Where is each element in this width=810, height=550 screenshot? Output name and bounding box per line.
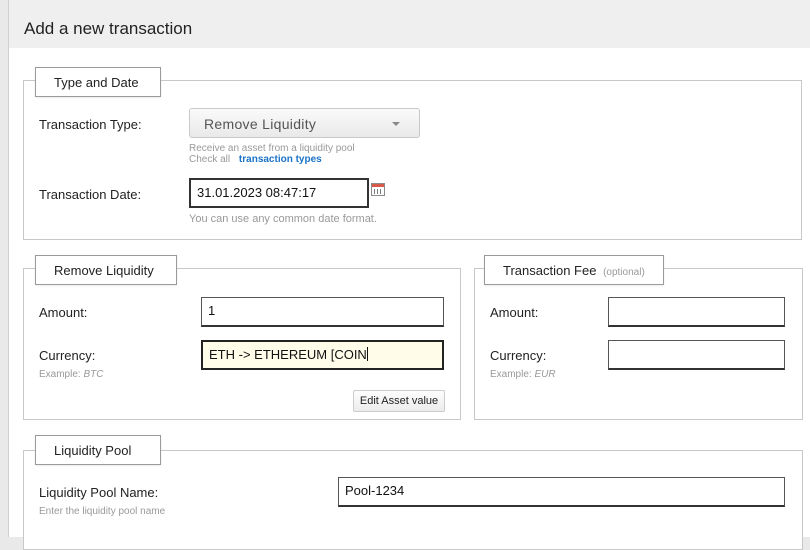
fee-currency-label: Currency: (490, 348, 547, 363)
currency-example-hint: Example: BTC (39, 369, 103, 380)
add-transaction-dialog: Add a new transaction Type and Date Tran… (8, 0, 810, 550)
dialog-titlebar[interactable]: Add a new transaction (9, 0, 810, 48)
transaction-fee-legend-title: Transaction Fee (503, 263, 597, 278)
amount-label: Amount: (39, 305, 88, 320)
fee-amount-label: Amount: (490, 305, 539, 320)
transaction-date-input[interactable]: 31.01.2023 08:47:17 (189, 178, 369, 208)
fee-currency-example-hint: Example: EUR (490, 369, 556, 380)
liquidity-pool-name-label: Liquidity Pool Name: (39, 485, 159, 500)
transaction-type-select[interactable]: Remove Liquidity (189, 108, 420, 138)
liquidity-pool-name-hint: Enter the liquidity pool name (39, 506, 166, 517)
fee-example-label: Example: (490, 369, 532, 380)
fee-amount-input[interactable] (608, 297, 785, 327)
transaction-fee-legend: Transaction Fee (optional) (484, 255, 664, 285)
example-value: BTC (83, 369, 104, 380)
amount-input[interactable]: 1 (201, 297, 444, 327)
currency-label: Currency: (39, 348, 96, 363)
edit-asset-value-button[interactable]: Edit Asset value (353, 390, 445, 412)
transaction-type-value: Remove Liquidity (204, 116, 317, 132)
remove-liquidity-legend: Remove Liquidity (35, 255, 177, 285)
currency-input-value: ETH -> ETHEREUM [COIN (209, 347, 367, 362)
fee-example-value: EUR (534, 369, 556, 380)
dialog-title: Add a new transaction (24, 19, 193, 38)
date-format-hint: You can use any common date format. (189, 213, 377, 225)
check-all-text: Check all (189, 154, 231, 165)
transaction-date-label: Transaction Date: (39, 187, 142, 202)
calendar-icon[interactable] (371, 183, 385, 196)
liquidity-pool-name-input[interactable]: Pool-1234 (338, 477, 785, 507)
type-date-panel (23, 80, 802, 240)
fee-currency-input[interactable] (608, 340, 785, 370)
liquidity-pool-legend: Liquidity Pool (35, 435, 161, 465)
transaction-types-link[interactable]: transaction types (239, 154, 322, 165)
example-label: Example: (39, 369, 81, 380)
dialog-content: Type and Date Transaction Type: Remove L… (9, 48, 810, 550)
text-cursor (366, 347, 368, 361)
type-date-legend: Type and Date (35, 67, 161, 97)
transaction-types-hint-line: Check all transaction types (189, 154, 322, 165)
close-icon[interactable] (803, 0, 810, 12)
currency-input[interactable]: ETH -> ETHEREUM [COIN (201, 340, 444, 370)
chevron-down-icon (392, 122, 400, 126)
optional-tag: (optional) (603, 267, 645, 278)
transaction-type-label: Transaction Type: (39, 117, 142, 132)
transaction-type-hint: Receive an asset from a liquidity pool (189, 143, 355, 154)
